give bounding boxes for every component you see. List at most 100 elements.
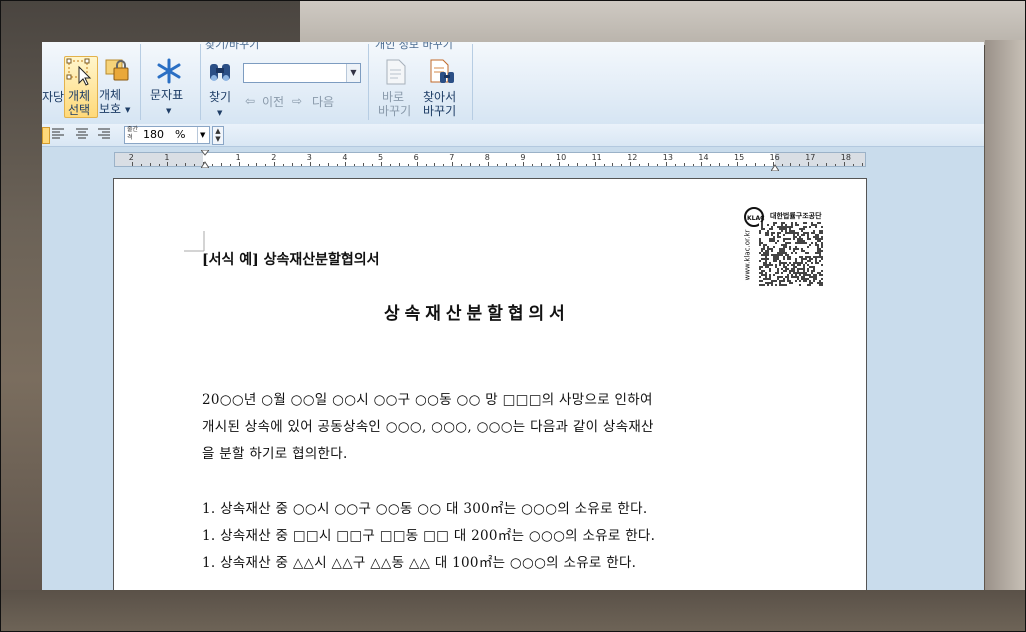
seal-org-name: 대한법률구조공단 [770, 212, 822, 220]
ruler-tick [523, 162, 525, 166]
list-item: 1. 상속재산 중 □□시 □□구 □□동 □□ 대 200㎡는 ○○○의 소유… [202, 528, 656, 544]
ruler-tick [220, 163, 222, 166]
ruler-tick [710, 164, 712, 166]
direct-replace-button[interactable]: 바로 바꾸기 [376, 58, 416, 118]
find-text-input[interactable]: ▼ [243, 63, 361, 83]
ruler-tick [131, 162, 133, 166]
ruler-tick [149, 163, 151, 166]
group-separator [368, 44, 369, 120]
background-wall-right [985, 40, 1026, 600]
binoculars-icon [210, 64, 230, 81]
find-prev-button[interactable]: ⇦ 이전 [245, 94, 293, 110]
ruler-tick [754, 163, 756, 166]
paragraph-line: 개시된 상속에 있어 공동상속인 ○○○, ○○○, ○○○는 다음과 같이 상… [202, 419, 654, 435]
ruler-margin-right [775, 153, 865, 166]
ruler-tick [532, 164, 534, 166]
ruler-number: 12 [627, 153, 638, 162]
align-justify-button[interactable] [42, 127, 50, 144]
ruler-tick [327, 163, 329, 166]
ruler-tick [158, 164, 160, 166]
asterisk-symbol-icon [157, 58, 181, 84]
ruler-tick [505, 163, 507, 166]
char-table-button[interactable]: 문자표 ▼ [146, 56, 194, 116]
ruler-number: 4 [342, 153, 348, 162]
right-indent-marker[interactable] [770, 156, 780, 172]
indent-marker[interactable] [199, 149, 211, 169]
line-spacing-label: 줄간격 [127, 126, 139, 141]
ruler-tick [318, 164, 320, 166]
ruler-tick [140, 164, 142, 166]
object-protect-button[interactable]: 개체 보호 ▼ [98, 56, 138, 116]
ruler-number: 15 [734, 153, 745, 162]
ruler-number: 1 [235, 153, 241, 162]
find-prev-label: 이전 [262, 95, 285, 109]
horizontal-ruler[interactable]: 2 1 1 2 3 4 5 6 7 8 9 10 11 12 13 14 15 16 17 18 [114, 152, 866, 167]
find-and-replace-button[interactable]: 찾아서 바꾸기 [420, 58, 466, 118]
chevron-down-icon[interactable]: ▼ [197, 127, 205, 143]
ribbon-toolbar: 자당 개체 선택 개체 보호 ▼ 문자표 ▼ 찾기/바꾸기 찾기 ▼ ▼ ⇦ 이… [42, 42, 984, 125]
find-button[interactable]: 찾기 ▼ [205, 58, 239, 117]
object-protect-label-1: 개체 [99, 88, 122, 102]
line-spacing-input[interactable]: 줄간격 180 % ▼ [124, 126, 210, 144]
ruler-tick [398, 163, 400, 166]
ruler-number: 3 [306, 153, 312, 162]
ruler-tick [425, 164, 427, 166]
background-wall [300, 0, 1026, 45]
ruler-number: 7 [449, 153, 455, 162]
paragraph-line: 을 분할 하기로 협의한다. [202, 446, 348, 462]
line-spacing-spinner[interactable]: ▲ ▼ [212, 126, 224, 145]
document-page[interactable]: [서식 예] 상속재산분할협의서 상속재산분할협의서 20○○년 ○월 ○○일 … [113, 178, 867, 590]
ruler-tick [256, 163, 258, 166]
object-select-icon [66, 58, 92, 86]
ruler-tick [336, 164, 338, 166]
ruler-number: 18 [840, 153, 851, 162]
direct-replace-label-2: 바꾸기 [378, 104, 412, 118]
find-next-button[interactable]: ⇨ 다음 [292, 94, 340, 110]
object-select-label-1: 개체 [68, 89, 91, 103]
ruler-tick [817, 164, 819, 166]
find-label: 찾기 [209, 90, 232, 104]
ruler-tick [211, 164, 213, 166]
ruler-number: 2 [271, 153, 277, 162]
ruler-tick [176, 164, 178, 166]
object-select-label-2: 선택 [68, 103, 91, 117]
ruler-tick [719, 163, 721, 166]
find-and-replace-label-1: 찾아서 [423, 90, 457, 104]
ruler-number: 5 [378, 153, 384, 162]
ruler-tick [861, 163, 863, 166]
arrow-left-icon: ⇦ [245, 94, 256, 108]
ruler-tick [478, 164, 480, 166]
svg-text:KLAC: KLAC [747, 215, 765, 222]
find-replace-group-title: 찾기/바꾸기 [205, 42, 260, 51]
ruler-tick [461, 164, 463, 166]
ruler-tick [514, 164, 516, 166]
chevron-down-icon[interactable]: ▼ [346, 64, 360, 82]
alignment-icons [52, 128, 110, 139]
chevron-down-icon: ▼ [217, 109, 223, 117]
ruler-tick [567, 164, 569, 166]
ruler-tick [603, 164, 605, 166]
ruler-tick [309, 162, 311, 166]
ruler-tick [826, 163, 827, 166]
ruler-tick [612, 163, 614, 166]
ruler-tick [167, 162, 169, 166]
ruler-tick [799, 164, 801, 166]
ruler-tick [648, 163, 649, 166]
line-spacing-value: 180 [143, 128, 164, 141]
ruler-tick [656, 164, 658, 166]
ruler-number: 6 [413, 153, 419, 162]
ruler-number: 14 [698, 153, 709, 162]
group-separator [472, 44, 473, 120]
find-input-value [244, 69, 247, 82]
ruler-tick [683, 163, 685, 166]
ruler-tick [389, 164, 391, 166]
ruler-tick [300, 164, 302, 166]
document-title: 상속재산분할협의서 [384, 304, 570, 324]
format-toolbar: 줄간격 180 % ▼ ▲ ▼ [42, 124, 984, 147]
ruler-tick [781, 164, 783, 166]
ruler-tick [630, 162, 632, 166]
ribbon-partial-label: 자당 [42, 90, 65, 104]
ruler-number: 11 [591, 153, 602, 162]
object-select-button[interactable]: 개체 선택 [64, 56, 98, 118]
ruler-tick [728, 164, 730, 166]
